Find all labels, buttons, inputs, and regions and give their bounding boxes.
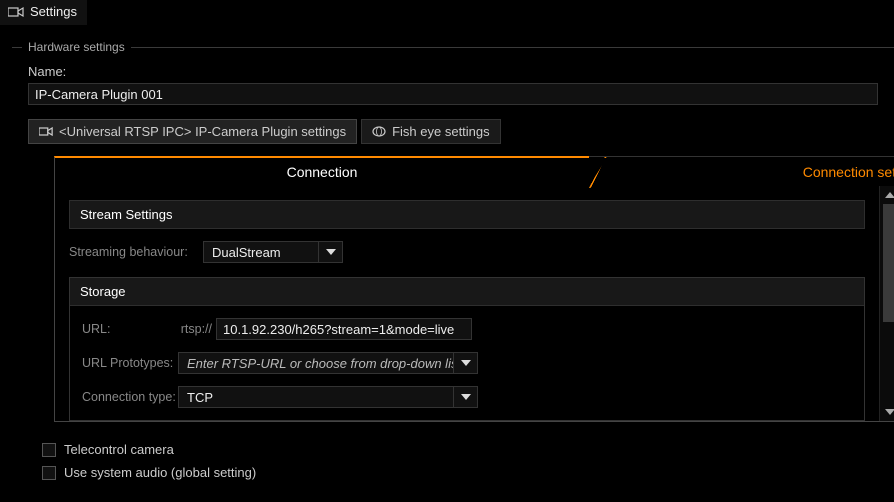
streaming-behaviour-value: DualStream [204, 245, 318, 260]
chevron-down-icon [453, 387, 477, 407]
window-title-tab: Settings [0, 0, 87, 25]
url-prefix: rtsp:// [174, 322, 216, 336]
storage-heading: Storage [70, 278, 864, 306]
scroll-up-icon[interactable] [882, 188, 894, 202]
settings-window: Settings Hardware settings Name: IP-Came… [0, 0, 894, 502]
streaming-behaviour-select[interactable]: DualStream [203, 241, 343, 263]
fisheye-icon [372, 126, 386, 137]
name-input[interactable]: IP-Camera Plugin 001 [28, 83, 878, 105]
hardware-fieldset: Hardware settings Name: IP-Camera Plugin… [12, 40, 894, 422]
telecontrol-label: Telecontrol camera [64, 442, 174, 457]
name-label: Name: [28, 64, 894, 79]
panel-scroll: Stream Settings Streaming behaviour: Dua… [55, 186, 879, 421]
bottom-checkboxes: Telecontrol camera Use system audio (glo… [42, 442, 256, 488]
checkbox-system-audio[interactable]: Use system audio (global setting) [42, 465, 256, 480]
tab-plugin-settings[interactable]: <Universal RTSP IPC> IP-Camera Plugin se… [28, 119, 357, 144]
checkbox-icon [42, 443, 56, 457]
tab-connection-label: Connection [287, 164, 358, 180]
url-prototypes-label: URL Prototypes: [82, 356, 178, 370]
url-label: URL: [82, 322, 174, 336]
camera-icon [8, 6, 24, 18]
mini-tabs: <Universal RTSP IPC> IP-Camera Plugin se… [28, 119, 894, 144]
scroll-down-icon[interactable] [882, 405, 894, 419]
url-input[interactable]: 10.1.92.230/h265?stream=1&mode=live [216, 318, 472, 340]
row-url: URL: rtsp:// 10.1.92.230/h265?stream=1&m… [82, 318, 852, 340]
checkbox-icon [42, 466, 56, 480]
checkbox-telecontrol[interactable]: Telecontrol camera [42, 442, 256, 457]
url-value: 10.1.92.230/h265?stream=1&mode=live [223, 322, 454, 337]
system-audio-label: Use system audio (global setting) [64, 465, 256, 480]
name-input-value: IP-Camera Plugin 001 [35, 87, 163, 102]
connection-panel: Stream Settings Streaming behaviour: Dua… [54, 186, 894, 422]
row-url-prototypes: URL Prototypes: Enter RTSP-URL or choose… [82, 352, 852, 374]
tab-fisheye-label: Fish eye settings [392, 124, 490, 139]
streaming-behaviour-label: Streaming behaviour: [69, 245, 203, 259]
tab-plugin-label: <Universal RTSP IPC> IP-Camera Plugin se… [59, 124, 346, 139]
row-connection-type: Connection type: TCP [82, 386, 852, 408]
url-prototypes-select[interactable]: Enter RTSP-URL or choose from drop-down … [178, 352, 478, 374]
url-prototypes-placeholder: Enter RTSP-URL or choose from drop-down … [179, 356, 453, 371]
row-streaming-behaviour: Streaming behaviour: DualStream [69, 241, 865, 263]
hardware-legend: Hardware settings [22, 40, 131, 54]
camera-icon [39, 126, 53, 137]
connection-type-select[interactable]: TCP [178, 386, 478, 408]
tab-connection-settings[interactable]: Connection sett [589, 156, 894, 186]
window-title: Settings [30, 4, 77, 19]
connection-type-label: Connection type: [82, 390, 178, 404]
tab-fisheye-settings[interactable]: Fish eye settings [361, 119, 501, 144]
chevron-down-icon [453, 353, 477, 373]
storage-group: Storage URL: rtsp:// 10.1.92.230/h265?st… [69, 277, 865, 421]
tab-connection[interactable]: Connection [54, 156, 589, 186]
big-tabs: Connection Connection sett [54, 156, 894, 186]
connection-type-value: TCP [179, 390, 453, 405]
body: Hardware settings Name: IP-Camera Plugin… [10, 28, 894, 502]
tab-connection-settings-label: Connection sett [803, 164, 894, 180]
scrollbar[interactable] [879, 186, 894, 421]
stream-settings-heading: Stream Settings [69, 200, 865, 229]
chevron-down-icon [318, 242, 342, 262]
scrollbar-thumb[interactable] [883, 204, 894, 322]
